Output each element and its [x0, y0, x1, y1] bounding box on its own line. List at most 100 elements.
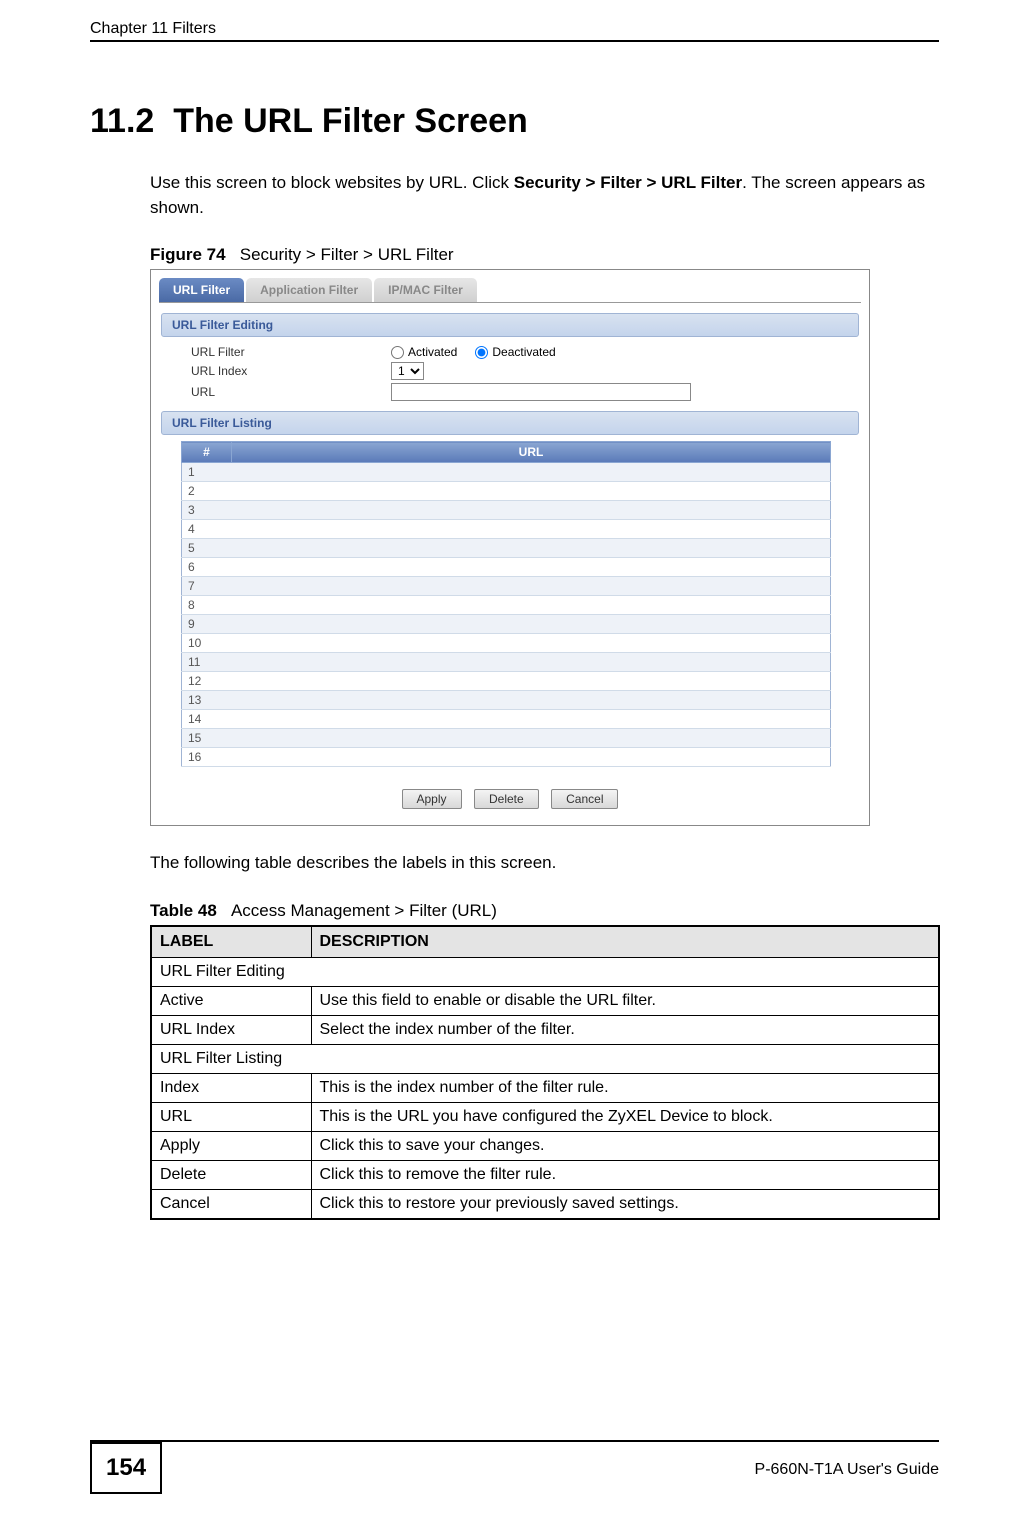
label-activated: Activated [408, 345, 457, 359]
tab-bar: URL Filter Application Filter IP/MAC Fil… [151, 270, 869, 302]
table-row: 7 [182, 577, 831, 596]
table-row: 11 [182, 653, 831, 672]
cell-index: 3 [182, 501, 232, 520]
radio-activated[interactable] [391, 346, 404, 359]
figure-path: Security > Filter > URL Filter [240, 245, 454, 264]
cell-index: 5 [182, 539, 232, 558]
table-row: URL Filter Listing [151, 1044, 939, 1073]
chapter-label: Chapter 11 Filters [90, 20, 216, 38]
cell-url [232, 520, 831, 539]
table-row: 15 [182, 729, 831, 748]
section-number: 11.2 [90, 102, 154, 140]
label-url: URL [191, 385, 391, 399]
label-url-filter: URL Filter [191, 345, 391, 359]
th-number: # [182, 442, 232, 463]
cell-description: This is the index number of the filter r… [311, 1073, 939, 1102]
intro-path: Security > Filter > URL Filter [514, 173, 742, 192]
cell-description: Select the index number of the filter. [311, 1015, 939, 1044]
table-row: 12 [182, 672, 831, 691]
cell-label: Active [151, 986, 311, 1015]
cell-label: Delete [151, 1160, 311, 1189]
cell-url [232, 710, 831, 729]
apply-button[interactable]: Apply [402, 789, 462, 809]
listing-table: # URL 12345678910111213141516 [181, 441, 831, 767]
cell-label: URL Filter Listing [151, 1044, 939, 1073]
table-row: URL Filter Editing [151, 957, 939, 986]
cell-url [232, 577, 831, 596]
input-url[interactable] [391, 383, 691, 401]
cell-url [232, 482, 831, 501]
cell-description: Use this field to enable or disable the … [311, 986, 939, 1015]
cell-index: 1 [182, 463, 232, 482]
cell-url [232, 596, 831, 615]
cell-url [232, 634, 831, 653]
cell-url [232, 691, 831, 710]
cell-index: 12 [182, 672, 232, 691]
section-heading: 11.2 The URL Filter Screen [90, 102, 939, 141]
cell-index: 9 [182, 615, 232, 634]
th-label: LABEL [151, 926, 311, 958]
table-row: 1 [182, 463, 831, 482]
table-row: URLThis is the URL you have configured t… [151, 1102, 939, 1131]
form-area: URL Filter Activated Deactivated URL Ind… [191, 345, 859, 401]
cell-url [232, 558, 831, 577]
table-row: 16 [182, 748, 831, 767]
th-url: URL [232, 442, 831, 463]
post-figure-text: The following table describes the labels… [150, 851, 939, 876]
table-label: Table 48 [150, 901, 217, 920]
cancel-button[interactable]: Cancel [551, 789, 618, 809]
cell-description: Click this to restore your previously sa… [311, 1189, 939, 1219]
table-row: 4 [182, 520, 831, 539]
button-row: Apply Delete Cancel [151, 777, 869, 825]
editing-section-bar: URL Filter Editing [161, 313, 859, 337]
delete-button[interactable]: Delete [474, 789, 539, 809]
figure-label: Figure 74 [150, 245, 226, 264]
table-row: 3 [182, 501, 831, 520]
tab-ipmac-filter[interactable]: IP/MAC Filter [374, 278, 477, 302]
table-row: 5 [182, 539, 831, 558]
cell-index: 14 [182, 710, 232, 729]
table-row: 14 [182, 710, 831, 729]
tab-application-filter[interactable]: Application Filter [246, 278, 372, 302]
section-title: The URL Filter Screen [173, 102, 528, 140]
cell-label: Cancel [151, 1189, 311, 1219]
label-url-index: URL Index [191, 364, 391, 378]
cell-index: 11 [182, 653, 232, 672]
select-url-index[interactable]: 1 [391, 362, 424, 380]
cell-index: 10 [182, 634, 232, 653]
cell-index: 4 [182, 520, 232, 539]
cell-index: 6 [182, 558, 232, 577]
description-table: LABEL DESCRIPTION URL Filter EditingActi… [150, 925, 940, 1220]
cell-url [232, 539, 831, 558]
cell-index: 13 [182, 691, 232, 710]
tab-url-filter[interactable]: URL Filter [159, 278, 244, 302]
cell-url [232, 501, 831, 520]
cell-description: This is the URL you have configured the … [311, 1102, 939, 1131]
table-row: CancelClick this to restore your previou… [151, 1189, 939, 1219]
radio-deactivated[interactable] [475, 346, 488, 359]
table-row: 13 [182, 691, 831, 710]
figure-caption: Figure 74 Security > Filter > URL Filter [150, 245, 939, 265]
page-number: 154 [90, 1442, 162, 1494]
table-row: URL IndexSelect the index number of the … [151, 1015, 939, 1044]
table-row: IndexThis is the index number of the fil… [151, 1073, 939, 1102]
guide-name: P-660N-T1A User's Guide [755, 1461, 939, 1479]
table-row: 9 [182, 615, 831, 634]
cell-index: 15 [182, 729, 232, 748]
intro-line: Use this screen to block websites by URL… [150, 173, 514, 192]
cell-index: 2 [182, 482, 232, 501]
table-row: 6 [182, 558, 831, 577]
label-deactivated: Deactivated [492, 345, 555, 359]
screenshot-figure: URL Filter Application Filter IP/MAC Fil… [150, 269, 870, 826]
table-path: Access Management > Filter (URL) [231, 901, 497, 920]
cell-url [232, 653, 831, 672]
page-footer: 154 P-660N-T1A User's Guide [90, 1440, 939, 1494]
cell-label: URL Filter Editing [151, 957, 939, 986]
cell-url [232, 729, 831, 748]
table-row: DeleteClick this to remove the filter ru… [151, 1160, 939, 1189]
tab-underline [159, 302, 861, 303]
cell-index: 8 [182, 596, 232, 615]
cell-label: Index [151, 1073, 311, 1102]
page-header: Chapter 11 Filters [90, 20, 939, 42]
th-description: DESCRIPTION [311, 926, 939, 958]
